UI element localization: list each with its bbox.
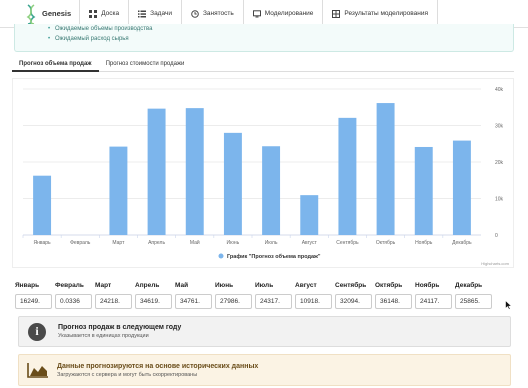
- info-card-subtitle: Указывается в единицах продукции: [58, 333, 149, 339]
- month-input-label: Май: [175, 282, 189, 289]
- month-input-label: Август: [295, 282, 317, 289]
- month-input-group: Ноябрь 24117.: [415, 282, 452, 309]
- area-chart-icon: [27, 363, 48, 378]
- x-tick-label: Июнь: [227, 240, 240, 246]
- month-input-group: Май 34761.: [175, 282, 212, 309]
- chart-bar: [262, 146, 281, 235]
- app-name: Genesis: [42, 9, 72, 18]
- month-input-group: Декабрь 25865.: [455, 282, 492, 309]
- month-value-input[interactable]: 32094.: [335, 294, 372, 309]
- month-input-group: Июль 24317.: [255, 282, 292, 309]
- month-input-label: Сентябрь: [335, 282, 367, 289]
- monthly-inputs: Январь 16249. Февраль 0.0336 Март 24218. Апрел…: [15, 282, 505, 310]
- list-icon: [138, 10, 147, 17]
- legend-label: График "Прогноз объема продаж": [227, 253, 321, 260]
- month-input-group: Сентябрь 32094.: [335, 282, 372, 309]
- month-input-group: Февраль 0.0336: [55, 282, 92, 309]
- chart-credits: Highcharts.com: [481, 261, 509, 266]
- month-input-label: Январь: [15, 282, 40, 289]
- month-value-input[interactable]: 36148.: [375, 294, 412, 309]
- month-input-group: Январь 16249.: [15, 282, 52, 309]
- chart-bar: [109, 146, 128, 235]
- month-input-label: Март: [95, 282, 112, 289]
- x-tick-label: Март: [112, 240, 125, 246]
- month-input-group: Март 24218.: [95, 282, 132, 309]
- y-tick-label: 30k: [495, 124, 504, 130]
- y-tick-label: 0: [495, 233, 498, 239]
- x-tick-label: Ноябрь: [415, 240, 433, 246]
- x-tick-label: Апрель: [148, 240, 165, 246]
- warning-card-subtitle: Загружаются с сервера и могут быть скорр…: [57, 371, 198, 378]
- y-tick-label: 10k: [495, 197, 504, 203]
- tab-sales-volume-forecast[interactable]: Прогноз объема продаж: [12, 58, 99, 72]
- month-input-label: Ноябрь: [415, 282, 440, 289]
- month-input-group: Август 10918.: [295, 282, 332, 309]
- x-tick-label: Октябрь: [376, 240, 396, 246]
- info-card-title: Прогноз продаж в следующем году: [58, 324, 182, 331]
- info-card: i Прогноз продаж в следующем году Указыв…: [18, 316, 511, 347]
- warning-card-title: Данные прогнозируются на основе историче…: [57, 362, 259, 370]
- x-tick-label: Январь: [34, 240, 52, 246]
- x-tick-label: Июль: [265, 240, 278, 246]
- chart-bar: [338, 117, 357, 235]
- chart-bar: [414, 146, 433, 235]
- y-tick-label: 40k: [495, 87, 504, 93]
- monitor-icon: [252, 9, 261, 17]
- chart-container: 0 10k 20k 30k 40k Январь Февраль Март Апрель Май И…: [12, 78, 514, 268]
- x-tick-label: Февраль: [70, 240, 91, 246]
- month-value-input[interactable]: 24218.: [95, 294, 132, 309]
- nav-item-label: Моделирование: [264, 10, 314, 17]
- x-tick-label: Май: [190, 239, 200, 246]
- month-value-input[interactable]: 27986.: [215, 294, 252, 309]
- month-input-group: Октябрь 36148.: [375, 282, 412, 309]
- y-tick-label: 20k: [495, 160, 504, 166]
- month-value-input[interactable]: 25865.: [455, 294, 492, 309]
- info-icon: i: [28, 322, 46, 341]
- month-value-input[interactable]: 0.0336: [55, 294, 92, 309]
- mouse-cursor-icon: [505, 300, 512, 310]
- chart-bar: [376, 103, 395, 235]
- month-input-group: Июнь 27986.: [215, 282, 252, 309]
- month-input-label: Апрель: [135, 282, 160, 289]
- dna-logo-icon: [26, 3, 36, 24]
- grid-icon: [332, 9, 341, 18]
- month-value-input[interactable]: 24117.: [415, 294, 452, 309]
- nav-item-label: Задачи: [150, 10, 172, 17]
- tab-bar: Прогноз объема продаж Прогноз стоимости …: [12, 58, 514, 72]
- warning-card: Данные прогнозируются на основе историче…: [18, 354, 511, 386]
- chart-bar: [452, 140, 471, 235]
- month-value-input[interactable]: 34761.: [175, 294, 212, 309]
- chart-bar: [147, 108, 166, 235]
- sales-forecast-chart: 0 10k 20k 30k 40k Январь Февраль Март Апрель Май И…: [22, 87, 510, 266]
- month-input-group: Апрель 34619.: [135, 282, 172, 309]
- chart-bar: [223, 132, 242, 235]
- x-tick-label: Август: [302, 240, 318, 246]
- month-input-label: Декабрь: [455, 282, 483, 289]
- chart-bar: [300, 195, 319, 235]
- info-box: Ожидаемые объемы производства Ожидаемый …: [14, 24, 514, 52]
- chart-bar: [33, 175, 52, 235]
- month-value-input[interactable]: 34619.: [135, 294, 172, 309]
- month-input-label: Июнь: [215, 282, 234, 289]
- month-value-input[interactable]: 10918.: [295, 294, 332, 309]
- dashboard-icon: [89, 9, 98, 18]
- clock-icon: [191, 9, 199, 18]
- nav-item-label: Занятость: [202, 10, 234, 17]
- month-value-input[interactable]: 16249.: [15, 294, 52, 309]
- chart-bar: [185, 108, 204, 235]
- legend-marker: [218, 253, 224, 259]
- x-tick-label: Сентябрь: [336, 240, 359, 246]
- info-list-item: Ожидаемый расход сырья: [48, 34, 513, 44]
- month-input-label: Февраль: [55, 282, 84, 289]
- nav-item-label: Результаты моделирования: [344, 10, 428, 17]
- x-tick-label: Декабрь: [452, 240, 472, 246]
- month-input-label: Октябрь: [375, 282, 403, 289]
- tab-sales-cost-forecast[interactable]: Прогноз стоимости продажи: [99, 58, 192, 72]
- month-value-input[interactable]: 24317.: [255, 294, 292, 309]
- nav-item-label: Доска: [101, 10, 120, 17]
- month-input-label: Июль: [255, 282, 274, 289]
- info-list-item: Ожидаемые объемы производства: [48, 24, 513, 34]
